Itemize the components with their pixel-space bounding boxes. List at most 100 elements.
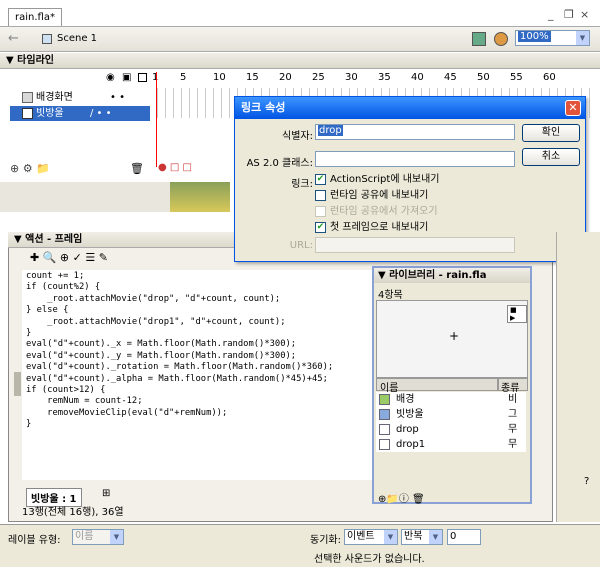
frame-number: 40 xyxy=(411,72,424,83)
restore-button[interactable]: ❐ xyxy=(564,8,574,21)
stage-bg xyxy=(0,182,170,212)
eye-icon[interactable]: ◉ xyxy=(106,72,115,83)
import-runtime-sharing-checkbox[interactable]: 런타임 공유에서 가져오기 xyxy=(315,206,438,218)
frame-number: 15 xyxy=(246,72,259,83)
label-type-select[interactable]: 이름 ▼ xyxy=(72,529,124,545)
code-line: eval("d"+count)._y = Math.floor(Math.ran… xyxy=(26,350,297,361)
code-line: } else { xyxy=(26,305,69,316)
layer-name: 빗방울 xyxy=(36,108,64,119)
frame-number: 55 xyxy=(510,72,523,83)
timeline-header[interactable]: ▼ 타임라인 xyxy=(0,53,600,69)
layer-icon xyxy=(22,92,33,103)
close-icon[interactable]: ✕ xyxy=(565,100,581,116)
properties-panel: 레이블 유형: 이름 ▼ 동기화: 이벤트 ▼ 반복 ▼ 0 선택한 사운드가 없습니… xyxy=(0,524,600,567)
scene-bar: ← Scene 1 xyxy=(0,26,600,52)
frame-number: 30 xyxy=(345,72,358,83)
frame-number: 45 xyxy=(444,72,457,83)
code-line: eval("d"+count)._alpha = Math.floor(Math… xyxy=(26,373,328,384)
library-item[interactable]: drop 무 xyxy=(376,422,526,437)
close-document-button[interactable]: × xyxy=(580,8,589,21)
library-item[interactable]: 배경 비 xyxy=(376,392,526,407)
code-line: if (count%2) { xyxy=(26,282,101,293)
chevron-down-icon[interactable]: ▼ xyxy=(429,530,442,544)
frame-number: 60 xyxy=(543,72,556,83)
url-label: URL: xyxy=(289,240,313,251)
library-item[interactable]: 빗방울 그 xyxy=(376,407,526,422)
code-line: eval("d"+count)._x = Math.floor(Math.ran… xyxy=(26,339,297,350)
identifier-input[interactable]: drop xyxy=(315,124,515,140)
url-input[interactable] xyxy=(315,237,515,253)
bitmap-icon xyxy=(379,394,390,405)
col-kind-header[interactable]: 종류 xyxy=(498,378,528,394)
movieclip-icon xyxy=(379,424,390,435)
script-tab[interactable]: 빗방울 : 1 xyxy=(26,488,82,507)
code-line: eval("d"+count)._rotation = Math.floor(M… xyxy=(26,362,334,373)
minimize-button[interactable]: _ xyxy=(548,8,554,21)
movieclip-icon xyxy=(379,439,390,450)
repeat-select[interactable]: 반복 ▼ xyxy=(401,529,443,545)
library-item[interactable]: drop1 무 xyxy=(376,437,526,452)
frame-number: 25 xyxy=(312,72,325,83)
playhead[interactable] xyxy=(156,72,157,167)
frame-number: 20 xyxy=(279,72,292,83)
zoom-select[interactable]: 100% ▼ xyxy=(515,30,590,46)
class-input[interactable] xyxy=(315,151,515,167)
scene-label[interactable]: Scene 1 xyxy=(57,33,97,44)
library-preview: + ■ ▶ xyxy=(376,300,528,378)
add-layer-icon[interactable]: ⊕ ⚙ 📁 xyxy=(10,162,50,175)
pin-icon[interactable]: ⊞ xyxy=(102,488,110,499)
stage-image xyxy=(170,182,230,212)
link-properties-dialog: 링크 속성 ✕ 식별자: drop 확인 AS 2.0 클래스: 취소 링크: … xyxy=(234,96,586,262)
chevron-down-icon[interactable]: ▼ xyxy=(576,31,589,45)
export-actionscript-checkbox[interactable]: ✔ ActionScript에 내보내기 xyxy=(315,174,440,186)
scene-icon xyxy=(42,34,52,44)
code-line: if (count>12) { xyxy=(26,385,106,396)
right-dock xyxy=(556,232,600,522)
layer-icon xyxy=(22,108,33,119)
actions-toolbar[interactable]: ✚ 🔍 ⊕ ✓ ☰ ✎ xyxy=(30,251,108,264)
play-icon[interactable]: ■ ▶ xyxy=(507,305,527,323)
export-runtime-sharing-checkbox[interactable]: 런타임 공유에 내보내기 xyxy=(315,190,428,202)
layer-name: 배경화면 xyxy=(36,92,73,103)
frame-ruler: 151015202530354045505560 xyxy=(150,72,590,86)
chevron-down-icon[interactable]: ▼ xyxy=(384,530,397,544)
help-icon[interactable]: ? xyxy=(584,476,589,487)
collapse-handle[interactable] xyxy=(14,372,21,396)
code-editor[interactable]: count += 1; if (count%2) { _root.attachMo… xyxy=(22,270,376,480)
col-name-header[interactable]: 이름 xyxy=(376,378,498,394)
label-type-label: 레이블 유형: xyxy=(8,535,61,546)
identifier-label: 식별자: xyxy=(282,131,313,142)
class-label: AS 2.0 클래스: xyxy=(246,158,313,169)
export-first-frame-checkbox[interactable]: ✔ 첫 프레임으로 내보내기 xyxy=(315,222,428,234)
onion-skin-icon[interactable]: ● □ □ xyxy=(158,162,192,173)
code-line: count += 1; xyxy=(26,271,85,281)
repeat-count-input[interactable]: 0 xyxy=(447,529,481,545)
library-title[interactable]: ▼ 라이브러리 - rain.fla xyxy=(374,268,530,283)
outline-icon[interactable] xyxy=(138,73,147,82)
sync-label: 동기화: xyxy=(310,535,341,546)
library-panel: ▼ 라이브러리 - rain.fla 4항목 + ■ ▶ 이름 종류 배경 비 빗… xyxy=(372,266,532,505)
code-line: removeMovieClip(eval("d"+remNum)); xyxy=(26,407,228,418)
library-toolbar[interactable]: ⊕📁ⓘ 🗑 xyxy=(378,490,425,505)
frame-number: 5 xyxy=(180,72,187,83)
back-arrow-icon[interactable]: ← xyxy=(8,31,19,46)
frame-number: 10 xyxy=(213,72,226,83)
edit-symbol-icon[interactable] xyxy=(494,32,508,46)
trash-icon[interactable]: 🗑 xyxy=(130,162,144,175)
layer-row-background[interactable]: 배경화면 • • xyxy=(10,90,150,105)
sync-select[interactable]: 이벤트 ▼ xyxy=(344,529,398,545)
sound-status: 선택한 사운드가 없습니다. xyxy=(314,554,425,565)
chevron-down-icon[interactable]: ▼ xyxy=(110,530,123,544)
lock-icon[interactable]: ▣ xyxy=(122,72,131,83)
code-line: } xyxy=(26,328,32,339)
edit-scene-icon[interactable] xyxy=(472,32,486,46)
checkmark-icon: ✔ xyxy=(315,174,326,185)
library-count: 4항목 xyxy=(378,290,403,301)
code-line: _root.attachMovie("drop", "d"+count, cou… xyxy=(26,293,281,304)
ok-button[interactable]: 확인 xyxy=(522,124,580,142)
document-tab[interactable]: rain.fla* xyxy=(8,8,62,26)
layer-row-raindrop[interactable]: 빗방울 / • • xyxy=(10,106,150,121)
dialog-title: 링크 속성 xyxy=(235,97,585,119)
graphic-icon xyxy=(379,409,390,420)
cancel-button[interactable]: 취소 xyxy=(522,148,580,166)
